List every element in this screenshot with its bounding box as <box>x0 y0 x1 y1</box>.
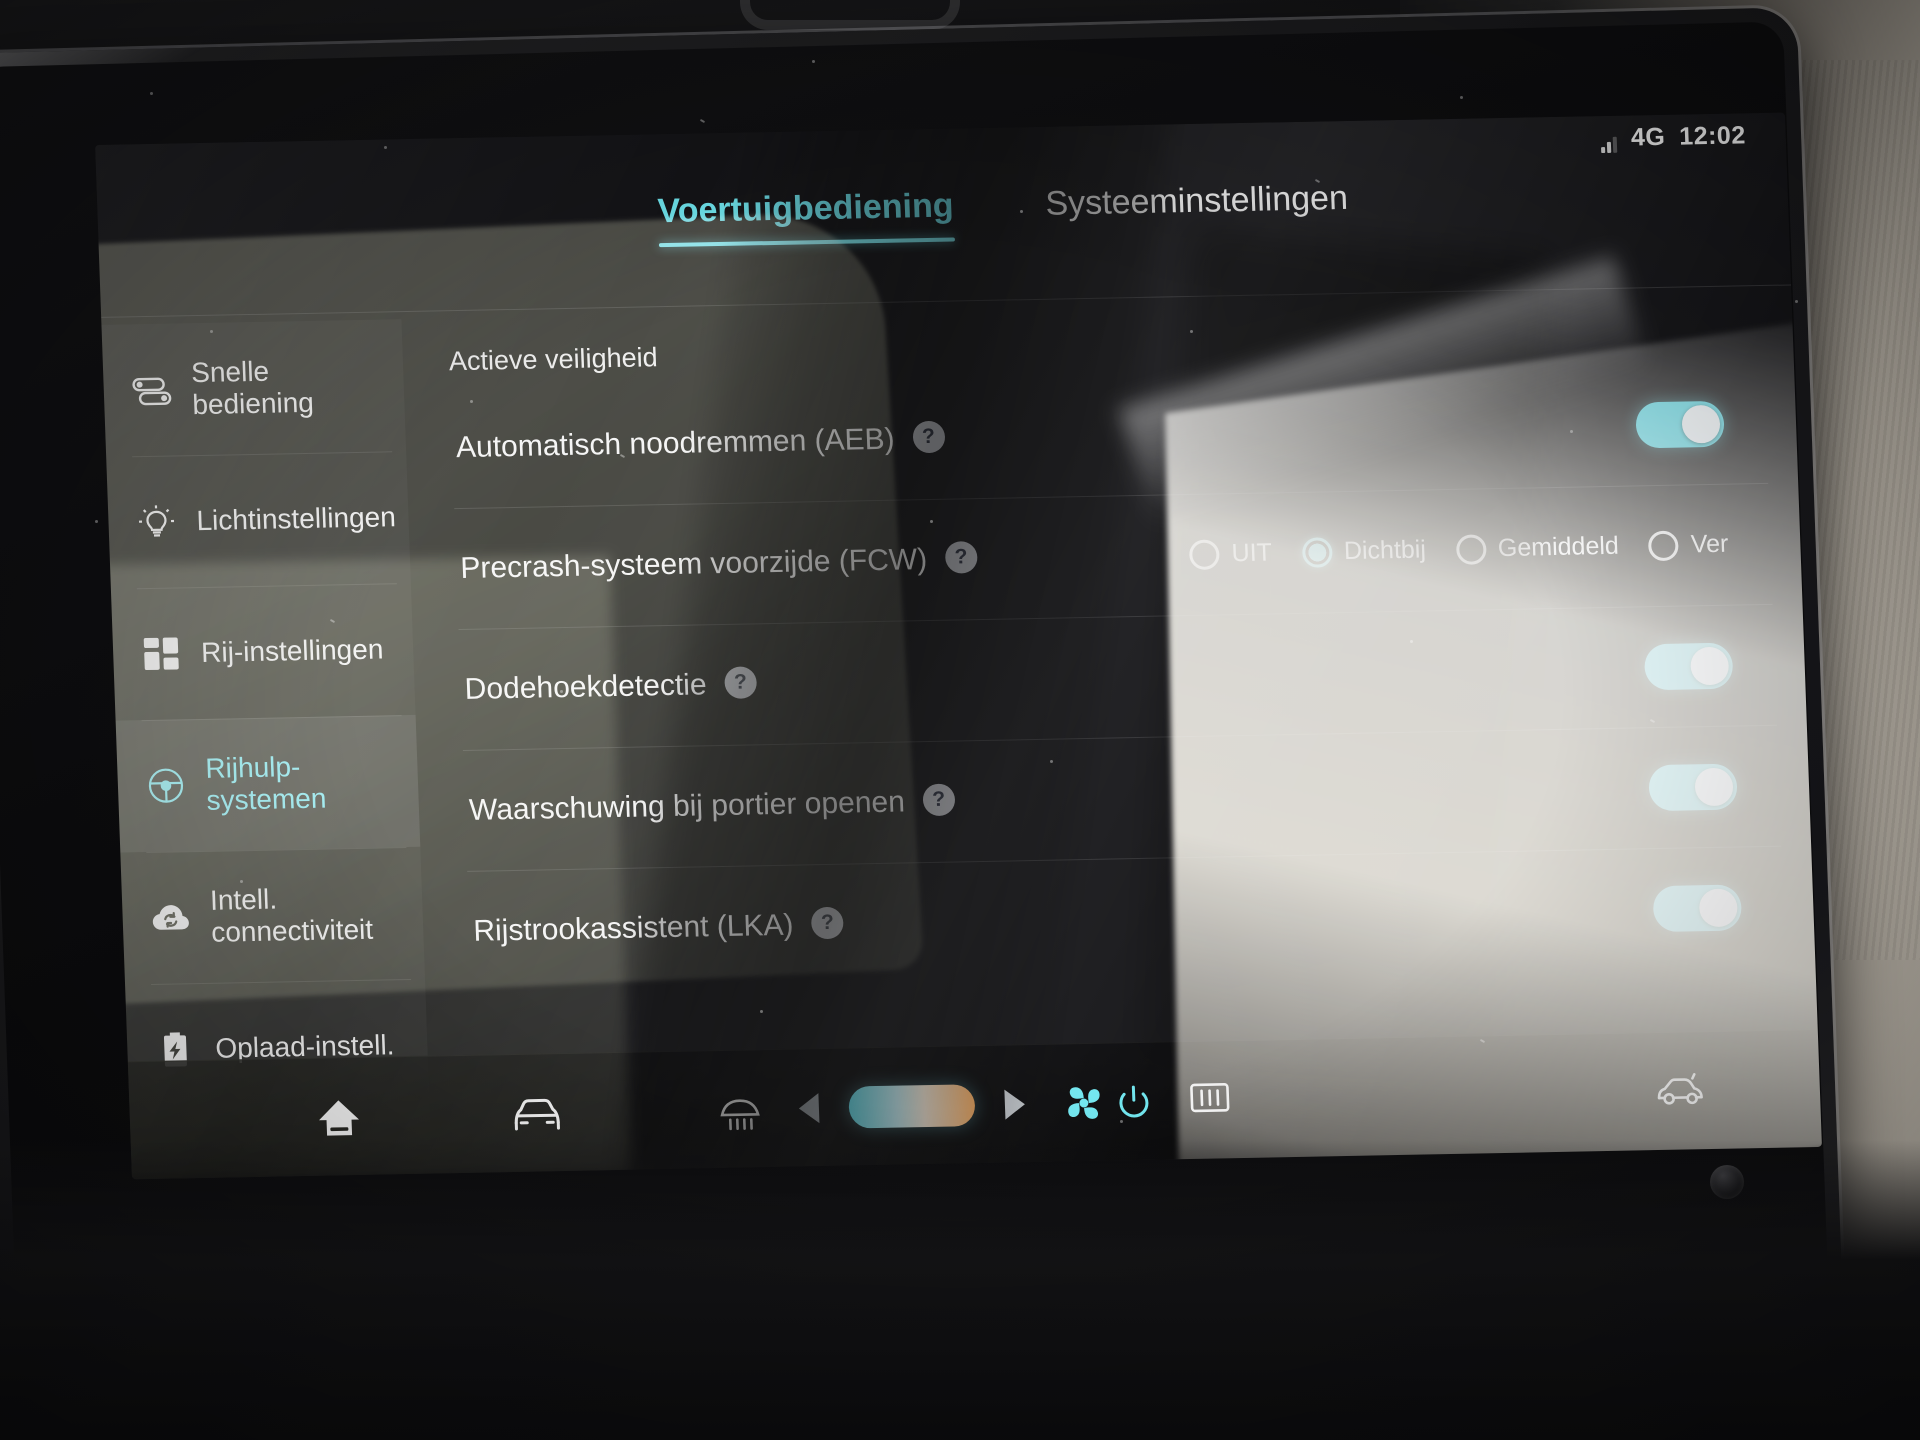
setting-control <box>1652 883 1743 932</box>
help-icon[interactable]: ? <box>723 665 758 699</box>
infotainment-display: 4G 12:02 Voertuigbediening Systeeminstel… <box>95 112 1822 1180</box>
clock-label: 12:02 <box>1678 121 1747 151</box>
top-tabs: Voertuigbediening Systeeminstellingen <box>97 171 1789 258</box>
radio-option-ver[interactable]: Ver <box>1648 529 1729 561</box>
radio-option-gemiddeld[interactable]: Gemiddeld <box>1455 531 1620 565</box>
radio-label: Gemiddeld <box>1497 531 1620 563</box>
bottom-bar-left <box>129 1084 567 1150</box>
power-icon[interactable] <box>1116 1081 1151 1122</box>
setting-label: Waarschuwing bij portier openen <box>468 784 906 827</box>
radio-label: Ver <box>1690 529 1729 559</box>
sidebar-item-rijhulpsystemen[interactable]: Rijhulp-systemen <box>115 714 421 853</box>
sidebar-item-label: Rij-instellingen <box>200 633 384 668</box>
tab-voertuigbediening[interactable]: Voertuigbediening <box>657 187 955 248</box>
sidebar-item-label: Intell. connectiviteit <box>209 883 374 948</box>
signal-bars-icon <box>1601 133 1618 154</box>
sliders-icon <box>129 368 175 413</box>
toggle-knob <box>1681 404 1721 444</box>
grid-icon <box>138 631 184 676</box>
help-icon[interactable]: ? <box>911 420 946 453</box>
setting-control <box>1635 400 1725 448</box>
radio-label: UIT <box>1231 538 1273 568</box>
settings-rows: Automatisch noodremmen (AEB) ? Precrash-… <box>438 361 1816 992</box>
setting-label: Precrash-systeem voorzijde (FCW) <box>459 542 928 585</box>
climate-controls <box>710 1071 1240 1139</box>
setting-label: Automatisch noodremmen (AEB) <box>455 422 896 464</box>
toggle-knob <box>1694 767 1734 806</box>
sidebar-item-label: Rijhulp-systemen <box>204 750 327 816</box>
setting-control: UIT Dichtbij Gemiddeld Ver <box>1189 529 1729 570</box>
tab-systeeminstellingen[interactable]: Systeeminstellingen <box>1045 179 1349 240</box>
headrest-shape <box>740 0 960 30</box>
settings-sidebar: Snelle bediening Lichtinstellingen Rij-i… <box>101 319 432 1179</box>
network-type-label: 4G <box>1630 122 1666 152</box>
setting-row-lka[interactable]: Rijstrookassistent (LKA) ? <box>455 845 1815 992</box>
steering-wheel-icon <box>143 763 189 808</box>
setting-label: Rijstrookassistent (LKA) <box>472 908 795 948</box>
radio-option-dichtbij[interactable]: Dichtbij <box>1301 535 1427 568</box>
radio-dot <box>1648 530 1680 561</box>
cloud-sync-icon <box>148 895 194 940</box>
setting-label: Dodehoekdetectie <box>464 667 708 706</box>
setting-control <box>1648 763 1738 811</box>
sidebar-item-snelle-bediening[interactable]: Snelle bediening <box>101 319 406 457</box>
toggle-switch[interactable] <box>1652 883 1743 932</box>
radio-dot-selected <box>1301 536 1333 568</box>
radio-option-uit[interactable]: UIT <box>1189 538 1272 570</box>
toggle-knob <box>1698 888 1738 927</box>
help-icon[interactable]: ? <box>810 906 844 939</box>
front-defrost-icon[interactable] <box>710 1080 770 1139</box>
radio-dot <box>1189 538 1221 570</box>
radio-group-fcw-distance: UIT Dichtbij Gemiddeld Ver <box>1189 529 1729 570</box>
setting-control <box>1643 642 1734 690</box>
radio-dot <box>1455 533 1487 565</box>
arrow-right-icon[interactable] <box>1004 1088 1026 1120</box>
radio-label: Dichtbij <box>1343 535 1427 566</box>
car-front-icon[interactable] <box>507 1084 567 1143</box>
toggle-switch[interactable] <box>1635 400 1725 448</box>
infotainment-ui: 4G 12:02 Voertuigbediening Systeeminstel… <box>95 112 1822 1180</box>
bottom-bar-right <box>1651 1062 1711 1121</box>
toggle-switch[interactable] <box>1648 763 1738 811</box>
photo-scene: 4G 12:02 Voertuigbediening Systeeminstel… <box>0 0 1920 1440</box>
rear-defrost-icon[interactable] <box>1180 1071 1240 1130</box>
arrow-left-icon[interactable] <box>798 1092 820 1124</box>
help-icon[interactable]: ? <box>944 540 978 574</box>
status-bar: 4G 12:02 <box>1600 121 1747 154</box>
fan-power-group <box>1054 1072 1152 1132</box>
toggle-switch[interactable] <box>1643 642 1734 690</box>
home-icon[interactable] <box>309 1087 369 1146</box>
help-icon[interactable]: ? <box>922 783 956 816</box>
sidebar-item-lichtinstellingen[interactable]: Lichtinstellingen <box>106 451 411 589</box>
toggle-knob <box>1689 646 1730 685</box>
sidebar-item-intell-connectiviteit[interactable]: Intell. connectiviteit <box>120 847 425 985</box>
sidebar-item-label: Snelle bediening <box>190 355 315 421</box>
lightbulb-icon <box>134 499 180 544</box>
sidebar-item-rij-instellingen[interactable]: Rij-instellingen <box>111 583 416 721</box>
sidebar-item-label: Lichtinstellingen <box>195 501 397 536</box>
temperature-slider[interactable] <box>848 1083 976 1129</box>
fan-icon[interactable] <box>1054 1073 1114 1132</box>
car-side-icon[interactable] <box>1651 1062 1711 1121</box>
